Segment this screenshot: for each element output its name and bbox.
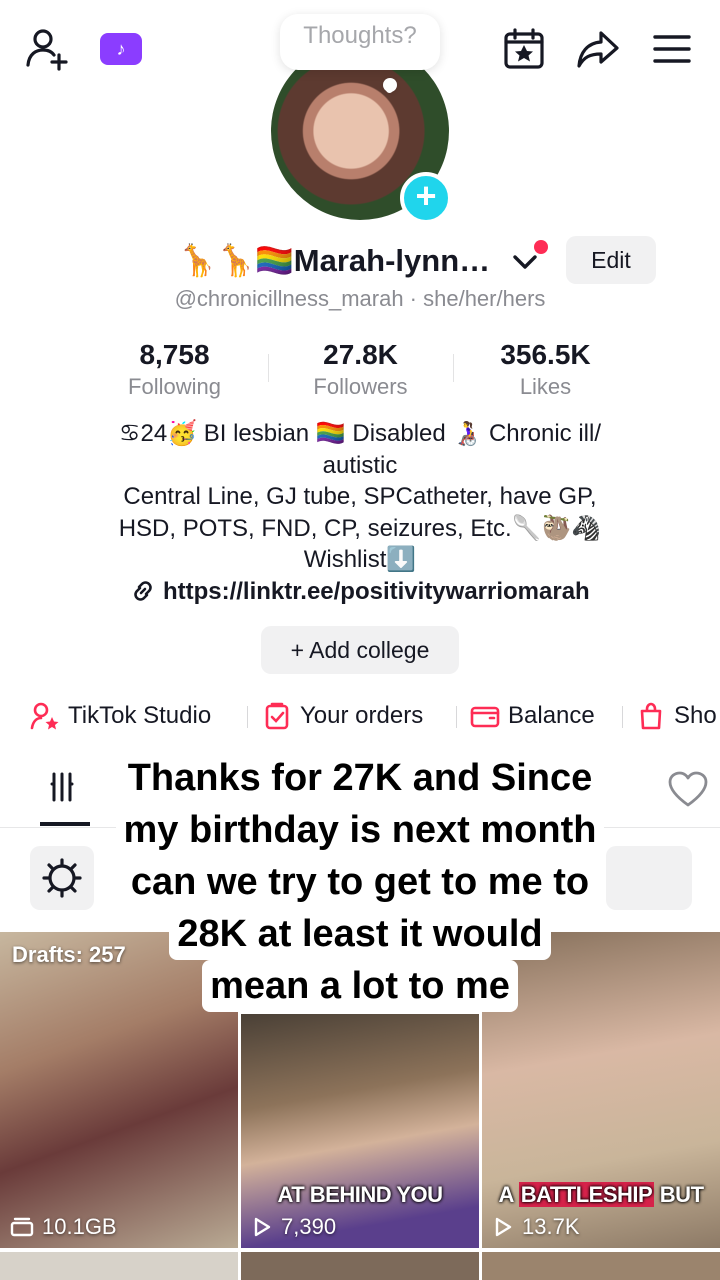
bio-line: Wishlist⬇️ bbox=[303, 546, 417, 573]
display-name[interactable]: 🦒🦒🏳️‍🌈Marah-lynn… bbox=[178, 242, 490, 279]
overlay-line: my birthday is next month bbox=[115, 804, 605, 856]
storage-icon bbox=[10, 1217, 34, 1237]
name-row: 🦒🦒🏳️‍🌈Marah-lynn… Edit bbox=[0, 236, 720, 288]
play-icon bbox=[495, 1217, 512, 1237]
view-count: 13.7K bbox=[522, 1214, 580, 1239]
profile-stats: 8,758 Following 27.8K Followers 356.5K L… bbox=[82, 338, 638, 404]
share-icon[interactable] bbox=[574, 26, 622, 72]
tool-your-orders[interactable]: Your orders bbox=[264, 696, 423, 736]
storage-size: 10.1GB bbox=[42, 1214, 117, 1239]
video-caption: AT BEHIND YOU bbox=[241, 1182, 479, 1208]
thoughts-bubble[interactable]: Thoughts? bbox=[280, 14, 440, 70]
caption-word-highlight: BATTLESHIP bbox=[518, 1182, 655, 1207]
video-thumbnail[interactable] bbox=[241, 1252, 479, 1280]
bio-link[interactable]: https://linktr.ee/positivitywarriomarah bbox=[0, 578, 720, 606]
profile-bio: ♋24🥳 BI lesbian 🏳️‍🌈 Disabled 👩‍🦽 Chroni… bbox=[40, 418, 680, 576]
caption-word: AT bbox=[277, 1182, 305, 1207]
caption-word: BEHIND YOU bbox=[309, 1182, 443, 1207]
shopping-bag-icon bbox=[640, 702, 662, 730]
bio-line: Central Line, GJ tube, SPCatheter, have … bbox=[123, 483, 597, 510]
tool-label: Balance bbox=[508, 702, 595, 729]
tool-tiktok-studio[interactable]: TikTok Studio bbox=[30, 696, 211, 736]
add-friend-icon[interactable] bbox=[22, 26, 72, 72]
stat-value: 8,758 bbox=[139, 339, 210, 370]
caption-word: BUT bbox=[659, 1182, 704, 1207]
overlay-line: mean a lot to me bbox=[202, 960, 518, 1012]
video-caption: A BATTLESHIP BUT bbox=[482, 1182, 720, 1208]
add-college-button[interactable]: + Add college bbox=[261, 626, 459, 674]
tool-label: Sho bbox=[674, 702, 717, 729]
stat-likes[interactable]: 356.5K Likes bbox=[453, 338, 638, 402]
video-text-overlay: Thanks for 27K and Since my birthday is … bbox=[0, 752, 720, 1012]
video-thumbnail[interactable] bbox=[482, 1252, 720, 1280]
link-icon bbox=[130, 578, 163, 605]
thumb-meta: 7,390 bbox=[251, 1214, 336, 1240]
video-thumbnail[interactable] bbox=[0, 1252, 238, 1280]
view-count: 7,390 bbox=[281, 1214, 337, 1239]
edit-profile-button[interactable]: Edit bbox=[566, 236, 656, 284]
username-handle: @chronicillness_marah · she/her/hers bbox=[174, 286, 546, 311]
stat-label: Following bbox=[128, 374, 221, 399]
overlay-line: can we try to get to me to bbox=[122, 856, 598, 908]
stat-label: Likes bbox=[519, 374, 572, 399]
thumb-meta: 13.7K bbox=[492, 1214, 580, 1240]
stat-label: Followers bbox=[313, 374, 408, 399]
tool-label: Your orders bbox=[300, 702, 424, 729]
tiktok-studio-badge-icon[interactable]: ♪ bbox=[100, 33, 142, 65]
thumb-meta: 10.1GB bbox=[10, 1214, 117, 1240]
caption-word: A bbox=[498, 1182, 514, 1207]
bio-line: ♋24🥳 BI lesbian 🏳️‍🌈 Disabled 👩‍🦽 Chroni… bbox=[118, 420, 601, 447]
bio-line: autistic bbox=[322, 451, 398, 479]
add-avatar-plus-icon[interactable]: + bbox=[400, 172, 452, 224]
tool-divider bbox=[456, 706, 457, 728]
tool-shop[interactable]: Sho bbox=[638, 696, 717, 736]
bubble-tail-dot-small bbox=[386, 86, 393, 93]
tool-divider bbox=[622, 706, 623, 728]
notification-dot bbox=[534, 240, 548, 254]
stat-followers[interactable]: 27.8K Followers bbox=[268, 338, 453, 402]
stat-following[interactable]: 8,758 Following bbox=[82, 338, 267, 402]
stat-value: 356.5K bbox=[500, 339, 591, 370]
link-text[interactable]: https://linktr.ee/positivitywarriomarah bbox=[163, 578, 590, 605]
play-icon bbox=[254, 1217, 271, 1237]
bio-line: HSD, POTS, FND, CP, seizures, Etc.🥄🦥🦓 bbox=[118, 514, 602, 542]
stat-value: 27.8K bbox=[323, 339, 398, 370]
studio-person-icon bbox=[30, 702, 59, 730]
calendar-star-icon[interactable] bbox=[500, 26, 548, 72]
tool-divider bbox=[247, 706, 248, 728]
tool-label: TikTok Studio bbox=[68, 702, 212, 729]
tool-balance[interactable]: Balance bbox=[470, 696, 595, 736]
chevron-down-icon[interactable] bbox=[512, 248, 538, 279]
overlay-line: 28K at least it would bbox=[169, 908, 551, 960]
creator-tools-row: TikTok Studio Your orders Balance Sho bbox=[0, 696, 720, 736]
video-thumbnail[interactable]: AT BEHIND YOU 7,390 bbox=[241, 1014, 479, 1248]
hamburger-menu-icon[interactable] bbox=[648, 26, 696, 72]
overlay-line: Thanks for 27K and Since bbox=[119, 752, 601, 804]
wallet-icon bbox=[470, 706, 500, 728]
orders-clipboard-icon bbox=[265, 702, 289, 730]
